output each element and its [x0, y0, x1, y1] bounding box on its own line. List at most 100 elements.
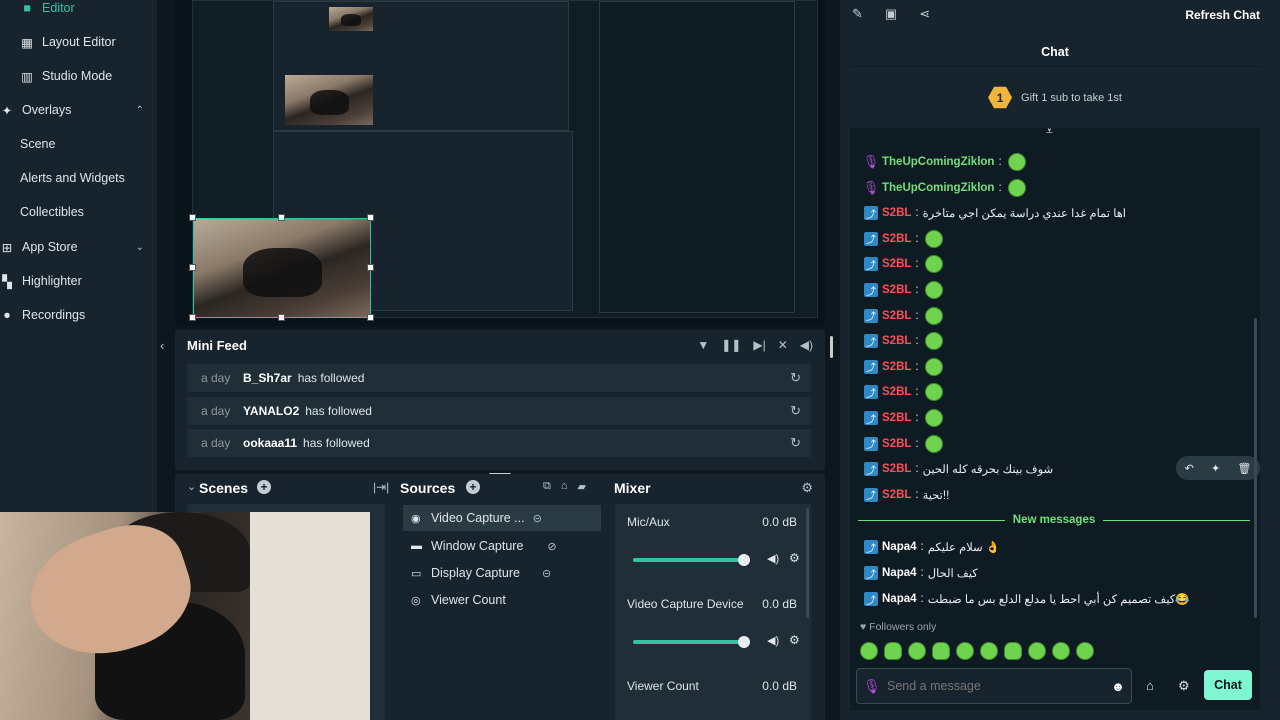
chat-username[interactable]: Napa4 [882, 541, 917, 553]
lock-icon[interactable]: ⊝ [542, 567, 551, 580]
emoji-icon[interactable]: ☻ [1105, 679, 1131, 694]
chat-username[interactable]: Napa4 [882, 567, 917, 579]
nav-highlighter[interactable]: ▚ Highlighter [0, 269, 158, 293]
chat-message[interactable]: ⤴ S2BL: [864, 382, 943, 402]
chat-username[interactable]: S2BL [882, 335, 911, 347]
emote[interactable] [1028, 642, 1046, 660]
source-lock-icon[interactable]: ⌂ [561, 480, 568, 493]
chat-username[interactable]: S2BL [882, 284, 911, 296]
chat-scrollbar[interactable] [1254, 318, 1257, 618]
store-icon[interactable]: ⌂ [1146, 678, 1154, 693]
nav-collectibles[interactable]: Collectibles [20, 200, 178, 224]
chat-username[interactable]: S2BL [882, 310, 911, 322]
slider-knob[interactable] [738, 554, 750, 566]
chat-username[interactable]: S2BL [882, 233, 911, 245]
chat-username[interactable]: TheUpComingZiklon [882, 182, 994, 194]
source-layers-icon[interactable]: ⧉ [543, 480, 551, 493]
delete-icon[interactable]: 🗑 [1237, 462, 1251, 475]
slider-knob[interactable] [738, 636, 750, 648]
chat-username[interactable]: S2BL [882, 207, 911, 219]
mixer-scrollbar[interactable] [806, 508, 809, 618]
resize-handle[interactable] [367, 214, 374, 221]
mixer-settings-icon[interactable]: ⚙ [801, 480, 813, 496]
edit-icon[interactable]: ✎ [852, 6, 863, 22]
nav-app-store[interactable]: ⊞ App Store ⌄ [0, 235, 158, 259]
source-item[interactable]: ◎ Viewer Count [403, 587, 601, 613]
nav-editor[interactable]: ■ Editor [20, 0, 178, 20]
nav-alerts-widgets[interactable]: Alerts and Widgets [20, 166, 178, 190]
chat-username[interactable]: Napa4 [882, 593, 917, 605]
speaker-icon[interactable]: ◀) [767, 634, 779, 647]
send-chat-button[interactable]: Chat [1204, 670, 1252, 700]
pin-icon[interactable]: ✦ [1211, 462, 1220, 475]
chat-message[interactable]: ⤴ S2BL: [864, 434, 943, 454]
nav-scene[interactable]: Scene [20, 132, 178, 156]
source-item[interactable]: ▬ Window Capture ⊘ [403, 533, 601, 559]
gift-banner[interactable]: 1 Gift 1 sub to take 1st [850, 66, 1260, 128]
volume-icon[interactable]: ◀) [800, 338, 813, 352]
chat-message[interactable]: ⤴ S2BL: [864, 331, 943, 351]
speaker-icon[interactable]: ◀) [767, 552, 779, 565]
emote[interactable] [956, 642, 974, 660]
chat-settings-icon[interactable]: ⚙ [1178, 678, 1190, 694]
chat-message[interactable]: ⤴ Napa4: كيف تصميم كن أبي احط يا مدلع الدل… [864, 589, 1190, 609]
resize-handle[interactable] [189, 264, 196, 271]
channel-settings-icon[interactable]: ⚙ [789, 633, 800, 647]
chat-message[interactable]: ⤴ S2BL: شوف بينك بحرقه كله الحين [864, 459, 1053, 479]
emote[interactable] [1004, 642, 1022, 660]
share-icon[interactable]: ⋖ [919, 6, 930, 22]
chat-username[interactable]: S2BL [882, 438, 911, 450]
chat-message[interactable]: ⤴ S2BL: اها تمام غدا عندي دراسة يمكن اجي م… [864, 203, 1126, 223]
chat-message[interactable]: ⤴ S2BL: [864, 280, 943, 300]
scene-transitions-icon[interactable]: |⇥| [373, 480, 389, 494]
selected-webcam-source[interactable] [193, 218, 371, 318]
emote[interactable] [1052, 642, 1070, 660]
volume-slider[interactable] [633, 636, 750, 648]
hidden-eye-icon[interactable]: ⊘ [547, 540, 556, 553]
skip-icon[interactable]: ▶| [753, 338, 765, 352]
scrollbar[interactable] [830, 336, 833, 358]
nav-recordings[interactable]: ● Recordings [0, 303, 158, 327]
scroll-down-icon[interactable]: ⩡ [1046, 124, 1053, 139]
collapse-nav-icon[interactable]: ‹ [160, 338, 164, 353]
emote[interactable] [908, 642, 926, 660]
chat-message-input[interactable] [887, 679, 1105, 693]
resize-handle[interactable] [367, 264, 374, 271]
replay-icon[interactable]: ↻ [790, 370, 801, 386]
resize-handle[interactable] [189, 314, 196, 321]
emote[interactable] [1076, 642, 1094, 660]
chat-username[interactable]: S2BL [882, 489, 911, 501]
resize-handle[interactable] [189, 214, 196, 221]
resize-handle[interactable] [278, 214, 285, 221]
chat-username[interactable]: S2BL [882, 463, 911, 475]
source-item[interactable]: ◉ Video Capture ... ⊝ [403, 505, 601, 531]
chat-username[interactable]: S2BL [882, 386, 911, 398]
chat-message[interactable]: 🎙 TheUpComingZiklon: [863, 152, 1026, 172]
filter-icon[interactable]: ▼ [697, 338, 709, 352]
chat-message[interactable]: ⤴ Napa4: سلام عليكم 👌 [864, 537, 1000, 557]
nav-overlays[interactable]: ✦ Overlays ⌃ [0, 98, 158, 122]
mute-alerts-icon[interactable]: ✕ [778, 338, 788, 352]
replay-icon[interactable]: ↻ [790, 403, 801, 419]
refresh-chat-button[interactable]: Refresh Chat [1185, 8, 1260, 22]
chat-message[interactable]: ⤴ S2BL: تحية!! [864, 485, 949, 505]
reply-icon[interactable]: ↶ [1185, 462, 1194, 475]
resize-handle[interactable] [278, 314, 285, 321]
chat-message[interactable]: ⤴ S2BL: [864, 306, 943, 326]
chat-username[interactable]: S2BL [882, 258, 911, 270]
lock-icon[interactable]: ⊝ [533, 512, 542, 525]
pause-icon[interactable]: ❚❚ [721, 338, 741, 352]
chevron-down-icon[interactable]: ⌄ [187, 480, 196, 493]
replay-icon[interactable]: ↻ [790, 435, 801, 451]
add-folder-icon[interactable]: ▰ [578, 480, 586, 493]
nav-studio-mode[interactable]: ▥ Studio Mode [20, 64, 178, 88]
chat-username[interactable]: TheUpComingZiklon [882, 156, 994, 168]
microphone-icon[interactable]: 🎙 [857, 678, 887, 695]
resize-handle[interactable] [367, 314, 374, 321]
volume-slider[interactable] [633, 554, 750, 566]
emote[interactable] [884, 642, 902, 660]
chat-message[interactable]: ⤴ S2BL: [864, 408, 943, 428]
channel-settings-icon[interactable]: ⚙ [789, 551, 800, 565]
chat-username[interactable]: S2BL [882, 361, 911, 373]
chat-username[interactable]: S2BL [882, 412, 911, 424]
